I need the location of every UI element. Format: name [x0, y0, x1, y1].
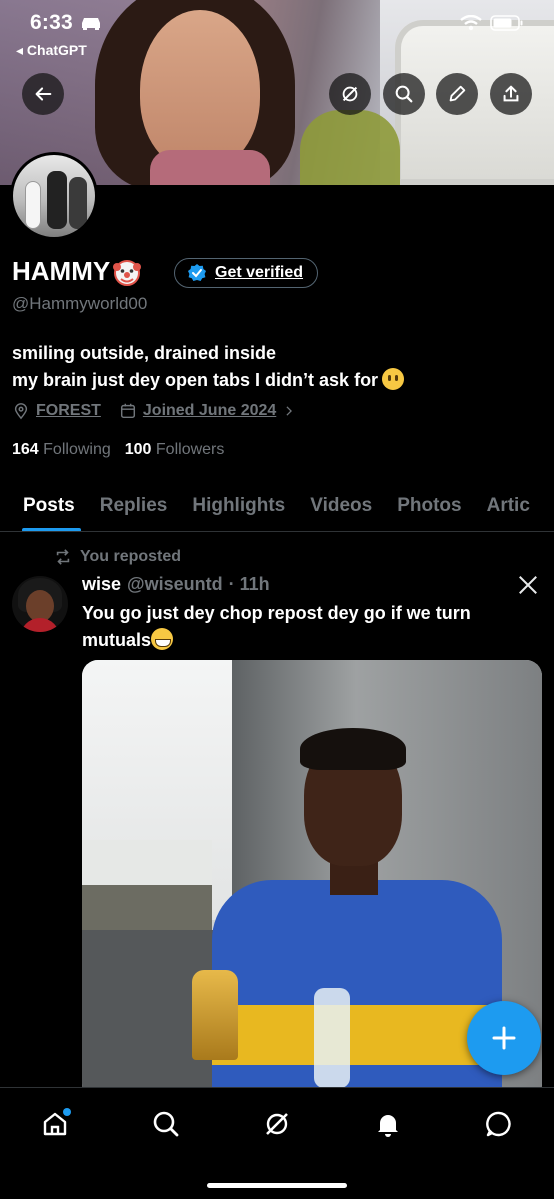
edit-button[interactable] — [436, 73, 478, 115]
following-label: Following — [43, 441, 111, 458]
clown-emoji-icon — [113, 259, 142, 286]
bio-line-1: smiling outside, drained inside — [12, 343, 277, 363]
message-icon — [486, 1111, 511, 1137]
repost-icon — [56, 549, 70, 565]
following-count: 164 — [12, 441, 39, 458]
repost-indicator: You reposted — [54, 548, 181, 566]
edit-pencil-icon — [449, 85, 466, 102]
grok-icon — [342, 86, 358, 102]
avatar-figure — [69, 177, 87, 229]
verified-badge-icon — [188, 264, 206, 281]
post-header: wise @wiseuntd · 11h — [82, 574, 270, 595]
grinning-face-emoji-icon — [151, 628, 174, 650]
search-button[interactable] — [383, 73, 425, 115]
post-time: · 11h — [228, 574, 270, 594]
tab-photos[interactable]: Photos — [397, 480, 461, 531]
nav-grok[interactable] — [259, 1106, 295, 1142]
nav-home[interactable] — [37, 1106, 73, 1142]
wifi-icon — [460, 15, 482, 31]
media-trophy — [192, 970, 238, 1060]
avatar-figure — [25, 181, 41, 229]
avatar-image — [13, 155, 95, 237]
status-time: 6:33 — [30, 11, 73, 34]
bio-line-2-text: my brain just dey open tabs I didn’t ask… — [12, 370, 379, 390]
post-text-body: You go just dey chop repost dey go if we… — [82, 603, 471, 650]
profile-bio: smiling outside, drained inside my brain… — [12, 340, 405, 394]
tab-articles[interactable]: Artic — [487, 480, 530, 531]
nav-notifications[interactable] — [370, 1106, 406, 1142]
home-indicator — [207, 1183, 347, 1188]
back-arrow-icon — [35, 87, 52, 101]
location-link[interactable]: FOREST — [36, 402, 101, 420]
search-icon — [153, 1111, 179, 1137]
calendar-icon — [120, 403, 135, 419]
media-person-shirt — [212, 880, 502, 1100]
tab-posts[interactable]: Posts — [22, 480, 81, 531]
bio-line-2: my brain just dey open tabs I didn’t ask… — [12, 367, 405, 394]
compose-fab[interactable] — [467, 1001, 541, 1075]
back-button[interactable] — [22, 73, 64, 115]
notification-dot — [63, 1108, 71, 1116]
banner-object-green — [300, 110, 400, 185]
display-name: HAMMY — [12, 256, 142, 287]
post-author-handle[interactable]: @wiseuntd — [127, 574, 223, 595]
share-icon — [503, 85, 519, 102]
tab-highlights[interactable]: Highlights — [192, 480, 285, 531]
media-water-bottle — [314, 988, 350, 1088]
followers-label: Followers — [155, 441, 225, 458]
back-to-app-link[interactable]: ◂ ChatGPT — [16, 42, 87, 59]
share-button[interactable] — [490, 73, 532, 115]
grok-button[interactable] — [329, 73, 371, 115]
search-icon — [395, 85, 413, 103]
followers-link[interactable]: 100 Followers — [125, 441, 225, 459]
repost-label: You reposted — [80, 548, 182, 565]
avatar-figure — [47, 171, 67, 229]
post-text: You go just dey chop repost dey go if we… — [82, 600, 532, 654]
location-pin-icon — [14, 403, 28, 420]
profile-avatar[interactable] — [10, 152, 98, 240]
x-logo-icon[interactable] — [517, 574, 539, 596]
plus-icon — [492, 1026, 516, 1050]
car-icon — [81, 18, 100, 30]
display-name-text: HAMMY — [12, 256, 111, 286]
media-shirt-stripe — [212, 1005, 502, 1065]
joined-date[interactable]: Joined June 2024 — [143, 402, 276, 420]
tab-replies[interactable]: Replies — [100, 480, 168, 531]
post-author-name[interactable]: wise — [82, 574, 121, 595]
status-bar: 6:33 — [30, 10, 524, 36]
get-verified-button[interactable]: Get verified — [174, 258, 319, 288]
bell-icon — [378, 1115, 398, 1137]
nav-messages[interactable] — [481, 1106, 517, 1142]
nav-search[interactable] — [148, 1106, 184, 1142]
chevron-right-icon — [286, 406, 293, 416]
battery-icon — [490, 15, 523, 31]
back-app-label: ChatGPT — [26, 42, 87, 58]
media-person-hair — [300, 728, 406, 770]
avatar-jersey — [20, 618, 60, 632]
post-author-avatar[interactable] — [12, 576, 68, 632]
profile-meta: FOREST Joined June 2024 — [12, 402, 296, 420]
banner-person-shirt — [150, 150, 270, 185]
followers-count: 100 — [124, 441, 152, 458]
tab-videos[interactable]: Videos — [310, 480, 372, 531]
profile-handle: @Hammyworld00 — [12, 294, 148, 313]
no-mouth-face-emoji-icon — [382, 368, 405, 390]
get-verified-label: Get verified — [215, 264, 304, 281]
following-link[interactable]: 164 Following — [12, 441, 111, 459]
profile-tabs: Posts Replies Highlights Videos Photos A… — [0, 480, 554, 532]
follow-stats: 164 Following 100 Followers — [12, 441, 224, 459]
grok-icon — [266, 1113, 288, 1135]
